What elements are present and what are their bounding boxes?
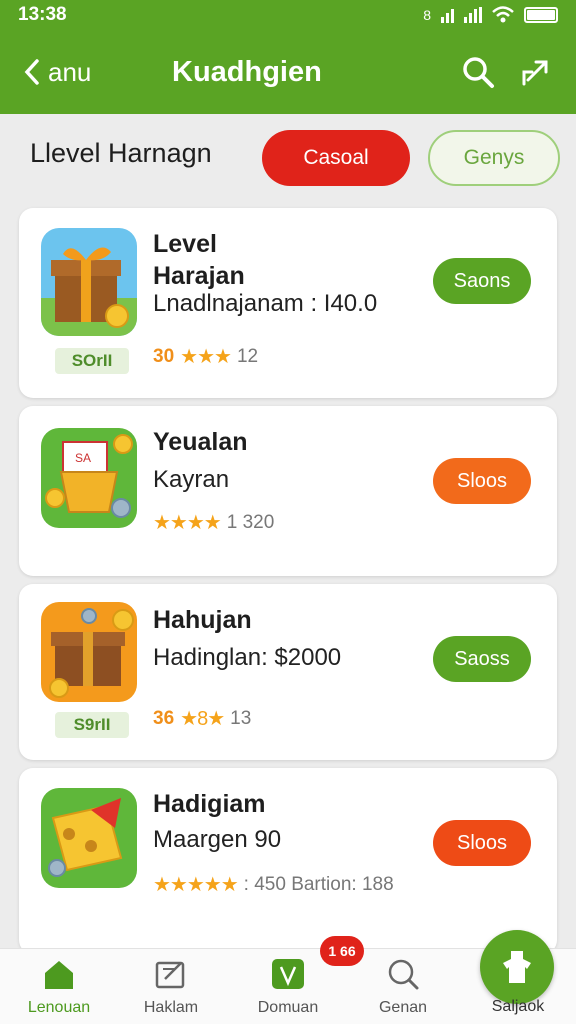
app-title: Kuadhgien xyxy=(172,55,322,88)
card-title-line1: Level xyxy=(153,230,217,258)
nav-label: Haklam xyxy=(143,999,199,1016)
chip-casual[interactable]: Casoal xyxy=(262,130,410,186)
leaf-icon xyxy=(272,959,304,989)
fab-label: Saljaok xyxy=(491,998,545,1015)
card-title: Hahujan xyxy=(153,606,252,634)
card-action-button[interactable]: Saons xyxy=(433,258,531,304)
card-subtitle: Hadinglan: $2000 xyxy=(153,644,342,671)
card-subtitle: Lnadlnajanam : I40.0 xyxy=(153,290,378,317)
home-icon xyxy=(45,961,73,989)
card-title: Hadigiam xyxy=(153,790,266,818)
battery-icon xyxy=(524,7,558,23)
nav-item-edit[interactable]: Haklam xyxy=(116,949,226,1024)
nav-label: Domuan xyxy=(257,999,319,1016)
card-tag: SOrII xyxy=(55,348,129,374)
back-label: anu xyxy=(48,56,92,87)
card-subtitle: Maargen 90 xyxy=(153,826,282,853)
card-rating: 30 ★★★ 12 xyxy=(153,344,258,369)
page-title: Llevel Harnagn xyxy=(30,138,212,168)
card-rating: 36 ★8★ 13 xyxy=(153,706,251,731)
rating-value: 30 xyxy=(153,345,175,367)
search-icon xyxy=(388,959,419,990)
rating-count: : 450 Bartion: 188 xyxy=(243,873,394,895)
back-button[interactable]: anu xyxy=(22,30,91,114)
game-card[interactable]: Hadigiam Maargen 90 ★★★★★ : 450 Bartion:… xyxy=(19,768,557,954)
game-card[interactable]: SA Yeualan Kayran ★★★★ 1 320 Sloos xyxy=(19,406,557,576)
status-icons: 8 xyxy=(423,6,558,24)
card-action-button[interactable]: Sloos xyxy=(433,458,531,504)
game-card[interactable]: S9rII Hahujan Hadinglan: $2000 36 ★8★ 13… xyxy=(19,584,557,760)
card-rating: ★★★★ 1 320 xyxy=(153,510,274,535)
share-icon[interactable] xyxy=(518,54,554,90)
card-rating: ★★★★★ : 450 Bartion: 188 xyxy=(153,872,394,897)
star-icons: ★★★★★ xyxy=(153,874,239,896)
card-title: Yeualan xyxy=(153,428,248,456)
search-icon[interactable] xyxy=(460,54,496,90)
chevron-left-icon xyxy=(24,59,39,85)
nav-label: Genan xyxy=(378,999,428,1016)
nav-item-search[interactable]: Genan xyxy=(348,949,458,1024)
shirt-icon xyxy=(503,951,531,983)
fab-button[interactable] xyxy=(480,930,554,1004)
card-action-button[interactable]: Sloos xyxy=(433,820,531,866)
card-title-line2: Harajan xyxy=(153,262,245,290)
rating-count: 12 xyxy=(236,345,259,367)
status-extra: 8 xyxy=(423,7,431,23)
signal-icon-2 xyxy=(464,7,482,23)
wifi-icon xyxy=(492,6,514,23)
rating-count: 13 xyxy=(230,707,252,729)
edit-icon xyxy=(155,961,185,989)
star-icons: ★★★★ xyxy=(153,512,222,534)
svg-text:SA: SA xyxy=(75,451,91,465)
status-bar: 13:38 8 xyxy=(0,0,576,30)
rating-value: 36 xyxy=(153,707,175,729)
signal-icon xyxy=(441,7,454,23)
star-icons: ★8★ xyxy=(180,708,225,730)
rating-count: 1 320 xyxy=(226,511,275,533)
card-subtitle: Kayran xyxy=(153,466,230,493)
card-tag: S9rII xyxy=(55,712,129,738)
nav-label: Lenouan xyxy=(27,999,91,1016)
status-time: 13:38 xyxy=(18,4,67,25)
gift-box-icon xyxy=(41,228,137,336)
chip-genys[interactable]: Genys xyxy=(428,130,560,186)
app-bar: anu Kuadhgien xyxy=(0,30,576,114)
notification-badge: 1 66 xyxy=(320,936,364,966)
coin-bucket-icon: SA xyxy=(41,428,137,528)
treasure-chest-icon xyxy=(41,602,137,702)
game-card[interactable]: SOrII Level Harajan Lnadlnajanam : I40.0… xyxy=(19,208,557,398)
envelope-card-icon xyxy=(41,788,137,888)
card-action-button[interactable]: Saoss xyxy=(433,636,531,682)
nav-item-home[interactable]: Lenouan xyxy=(4,949,114,1024)
star-icons: ★★★ xyxy=(180,346,232,368)
